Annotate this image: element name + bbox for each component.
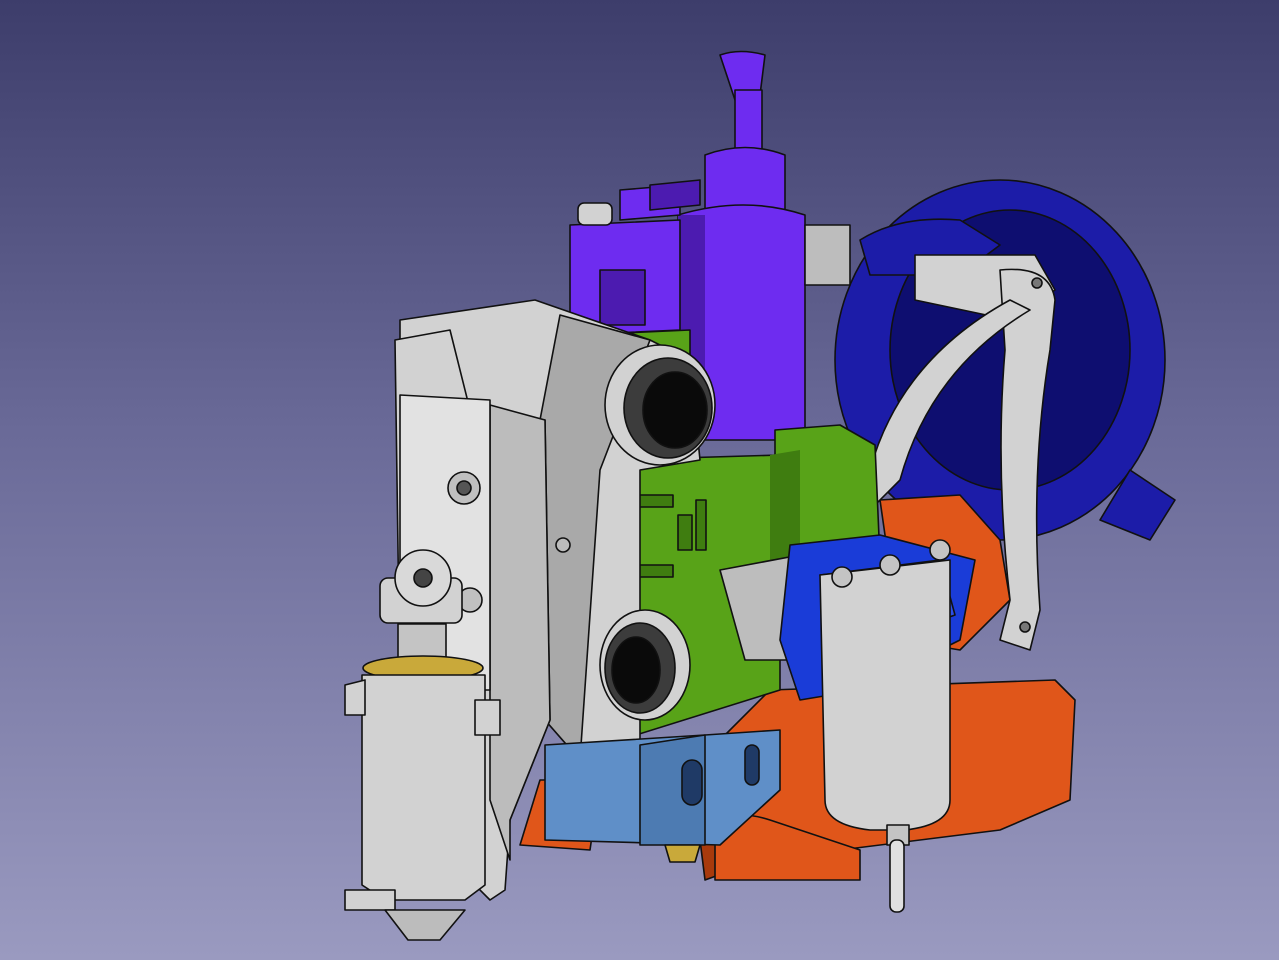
cad-model-view[interactable] xyxy=(0,0,1279,960)
linear-bearing-bottom xyxy=(599,609,691,721)
3d-viewport[interactable] xyxy=(0,0,1279,960)
linear-bearing-top xyxy=(604,344,716,466)
